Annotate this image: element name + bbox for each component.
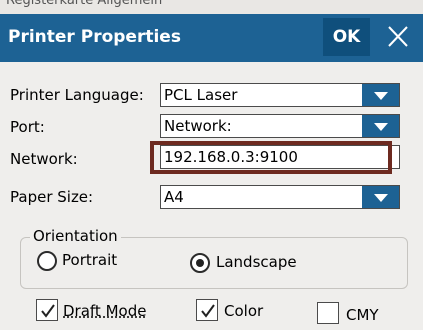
printer-language-label: Printer Language: bbox=[10, 86, 144, 104]
chevron-down-icon bbox=[374, 92, 388, 100]
dialog-title: Printer Properties bbox=[8, 27, 181, 47]
portrait-label[interactable]: Portrait bbox=[62, 251, 117, 269]
printer-properties-dialog: Printer Properties OK Printer Language: … bbox=[0, 14, 423, 330]
chevron-down-icon bbox=[374, 194, 388, 202]
checkmark-icon bbox=[201, 304, 215, 318]
ok-button[interactable]: OK bbox=[323, 18, 370, 56]
portrait-radio[interactable] bbox=[37, 251, 57, 271]
port-dropdown[interactable]: Network: bbox=[160, 114, 400, 138]
port-dropdown-button[interactable] bbox=[362, 115, 399, 137]
landscape-radio[interactable] bbox=[190, 253, 210, 273]
printer-language-dropdown[interactable]: PCL Laser bbox=[160, 83, 400, 107]
paper-size-value: A4 bbox=[164, 188, 184, 206]
draft-mode-label[interactable]: Draft Mode bbox=[63, 302, 146, 320]
draft-mode-checkbox[interactable] bbox=[36, 299, 58, 321]
color-label[interactable]: Color bbox=[224, 302, 263, 320]
network-field-highlight bbox=[150, 141, 392, 174]
paper-size-dropdown-button[interactable] bbox=[362, 186, 399, 208]
checkmark-icon bbox=[41, 304, 55, 318]
orientation-legend: Orientation bbox=[30, 227, 121, 245]
paper-size-dropdown[interactable]: A4 bbox=[160, 185, 400, 209]
close-button[interactable] bbox=[378, 18, 418, 56]
color-checkbox[interactable] bbox=[196, 299, 218, 321]
port-label: Port: bbox=[10, 118, 45, 136]
landscape-label[interactable]: Landscape bbox=[216, 253, 297, 271]
printer-language-value: PCL Laser bbox=[164, 86, 238, 104]
printer-language-dropdown-button[interactable] bbox=[362, 84, 399, 106]
network-label: Network: bbox=[10, 150, 78, 168]
paper-size-label: Paper Size: bbox=[10, 188, 94, 206]
close-icon bbox=[388, 26, 408, 47]
cmy-label[interactable]: CMY bbox=[346, 306, 379, 324]
cmy-checkbox[interactable] bbox=[317, 302, 339, 324]
title-bar: Printer Properties OK bbox=[0, 14, 423, 62]
chevron-down-icon bbox=[374, 123, 388, 131]
port-value: Network: bbox=[164, 117, 232, 135]
background-window-label: Registerkarte Allgemein bbox=[6, 0, 163, 8]
landscape-radio-dot bbox=[196, 259, 204, 267]
background-window-strip: Registerkarte Allgemein bbox=[0, 0, 423, 14]
